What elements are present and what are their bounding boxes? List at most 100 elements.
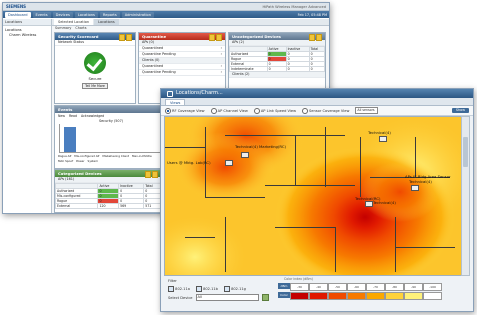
window-title: Locations/Charm... xyxy=(176,90,223,96)
nav-events[interactable]: Events xyxy=(32,11,51,18)
ap-label: Technical(4) xyxy=(373,200,396,205)
table-icon[interactable] xyxy=(152,171,158,178)
map-scrollbar[interactable] xyxy=(461,116,470,276)
events-panel: Events New Read Acknowledged Security (5… xyxy=(54,105,168,169)
tell-me-more-button[interactable]: Tell Me More xyxy=(82,83,108,89)
filter-new[interactable]: New xyxy=(58,114,65,118)
access-point-icon[interactable] xyxy=(365,201,373,207)
legend-item: MAC Spoof xyxy=(58,159,74,163)
radio-icon xyxy=(210,107,217,114)
filter-80211b-checkbox[interactable]: 802.11b xyxy=(195,286,218,292)
chart-icon[interactable] xyxy=(309,34,315,41)
subtab-summary[interactable]: Summary xyxy=(55,26,71,31)
panel-title: Uncategorized Devices xyxy=(232,34,281,39)
legend-swatch xyxy=(385,292,404,300)
color-legend: dBm -30 -40 -50 -60 -70 -80 -90 -100 Col… xyxy=(278,283,442,300)
rf-coverage-view-radio[interactable]: RF Coverage View xyxy=(165,107,205,114)
table-icon[interactable] xyxy=(316,34,322,41)
panel-title: Quarantine xyxy=(142,34,167,39)
wall xyxy=(225,217,226,272)
legend-item: Man-in-Middle xyxy=(131,154,152,158)
panel-header: Events xyxy=(55,106,167,113)
wall xyxy=(275,227,335,228)
legend-swatch xyxy=(290,292,309,300)
tree-item-charm-wireless[interactable]: Charm Wireless xyxy=(5,33,49,38)
legend-swatch xyxy=(404,292,423,300)
main-nav: Dashboard Events Devices Locations Repor… xyxy=(3,11,329,18)
events-chart xyxy=(59,124,163,153)
sensor-coverage-view-radio[interactable]: Sensor Coverage View xyxy=(302,107,349,114)
panel-icons xyxy=(209,34,222,41)
radio-icon xyxy=(253,107,260,114)
legend-swatch xyxy=(347,292,366,300)
tab-locations[interactable]: Locations xyxy=(94,19,119,25)
legend-value: -100 xyxy=(423,283,442,291)
sensor-select[interactable]: All sensors xyxy=(355,107,379,114)
floor-plan-window: Locations/Charm... Views RF Coverage Vie… xyxy=(160,88,474,312)
radio-selected-icon xyxy=(165,107,171,114)
chart-icon[interactable] xyxy=(145,171,151,178)
wall xyxy=(395,247,455,248)
nav-dashboard[interactable]: Dashboard xyxy=(5,11,31,18)
filter-read[interactable]: Read xyxy=(69,114,77,118)
legend-item: Power xyxy=(76,159,85,163)
location-tree: Locations Charm Wireless xyxy=(3,26,51,40)
nav-devices[interactable]: Devices xyxy=(52,11,73,18)
access-point-icon[interactable] xyxy=(379,136,387,142)
legend-color-label: Color xyxy=(278,292,290,298)
filter-title: Filter xyxy=(168,279,177,283)
nav-reports[interactable]: Reports xyxy=(99,11,120,18)
uncategorized-table: Active Inactive Total Authorized 0 0 0 Rogue 0… xyxy=(229,46,326,72)
events-legend: Rogue AP Mis-configured AP Misbehaving C… xyxy=(55,154,167,163)
categorized-table: Active Inactive Total Authorized 0 0 0 Mis-co… xyxy=(54,183,161,209)
nav-locations[interactable]: Locations xyxy=(74,11,98,18)
clients-header: Clients (2) xyxy=(229,72,325,78)
tab-selected-location[interactable]: Selected Location xyxy=(54,19,94,25)
select-device-dropdown[interactable]: All xyxy=(195,294,259,301)
show-button[interactable]: Show xyxy=(451,108,469,113)
legend-value: -40 xyxy=(309,283,328,291)
categorized-devices-panel: Categorized Devices APs (161) Active Inac… xyxy=(54,169,162,213)
sidebar: Locations Locations Charm Wireless xyxy=(3,19,52,213)
tab-views[interactable]: Views xyxy=(165,99,186,105)
legend-dbm-label: dBm xyxy=(278,283,290,289)
ap-channel-view-radio[interactable]: AP Channel View xyxy=(210,107,248,114)
table-row[interactable]: External 120 569 571 xyxy=(54,203,161,209)
tell-more-wrap: Tell Me More xyxy=(55,83,135,89)
chart-icon[interactable] xyxy=(209,34,215,41)
access-point-icon[interactable] xyxy=(225,160,233,166)
window-pin-icon[interactable] xyxy=(167,90,173,97)
apply-icon[interactable] xyxy=(261,294,269,301)
security-scorecard-panel: Security Scorecard Network Status Secure… xyxy=(54,32,136,104)
wall xyxy=(415,137,416,177)
ap-link-speed-view-radio[interactable]: AP Link Speed View xyxy=(253,107,296,114)
access-point-icon[interactable] xyxy=(411,185,419,191)
checkbox-checked-icon xyxy=(223,286,230,292)
panel-title: Events xyxy=(58,107,73,112)
legend-value: -90 xyxy=(404,283,423,291)
check-icon xyxy=(84,52,106,74)
client-quarantine-pending-row[interactable]: Quarantine Pending › xyxy=(139,70,225,76)
nav-administration[interactable]: Administration xyxy=(121,11,155,18)
subtab-charts[interactable]: Charts xyxy=(75,26,86,31)
chart-bar xyxy=(64,127,76,152)
filter-80211a-checkbox[interactable]: 802.11a xyxy=(168,286,190,292)
wall xyxy=(395,217,396,272)
access-point-icon[interactable] xyxy=(241,152,249,158)
wall xyxy=(205,197,265,198)
table-row[interactable]: Indeterminate 0 0 0 xyxy=(229,66,326,72)
filter-acknowledged[interactable]: Acknowledged xyxy=(81,114,104,118)
scrollbar-thumb[interactable] xyxy=(463,137,468,167)
rf-heatmap[interactable]: Technical(4) Marketing(RC) Users @ Mktg.… xyxy=(164,116,462,276)
band-filters: 802.11a 802.11b 802.11g xyxy=(168,286,246,292)
table-icon[interactable] xyxy=(216,34,222,41)
legend-swatch xyxy=(328,292,347,300)
wall xyxy=(165,147,205,148)
map-footer: Filter 802.11a 802.11b 802.11g Select De… xyxy=(164,277,470,307)
table-icon[interactable] xyxy=(126,34,132,41)
app-header: SIEMENS HiPath Wireless Manager Advanced xyxy=(3,3,329,11)
view-selector: RF Coverage View AP Channel View AP Link… xyxy=(161,106,473,116)
chart-icon[interactable] xyxy=(119,34,125,41)
window-titlebar: Locations/Charm... xyxy=(161,89,473,98)
filter-80211g-checkbox[interactable]: 802.11g xyxy=(223,286,246,292)
